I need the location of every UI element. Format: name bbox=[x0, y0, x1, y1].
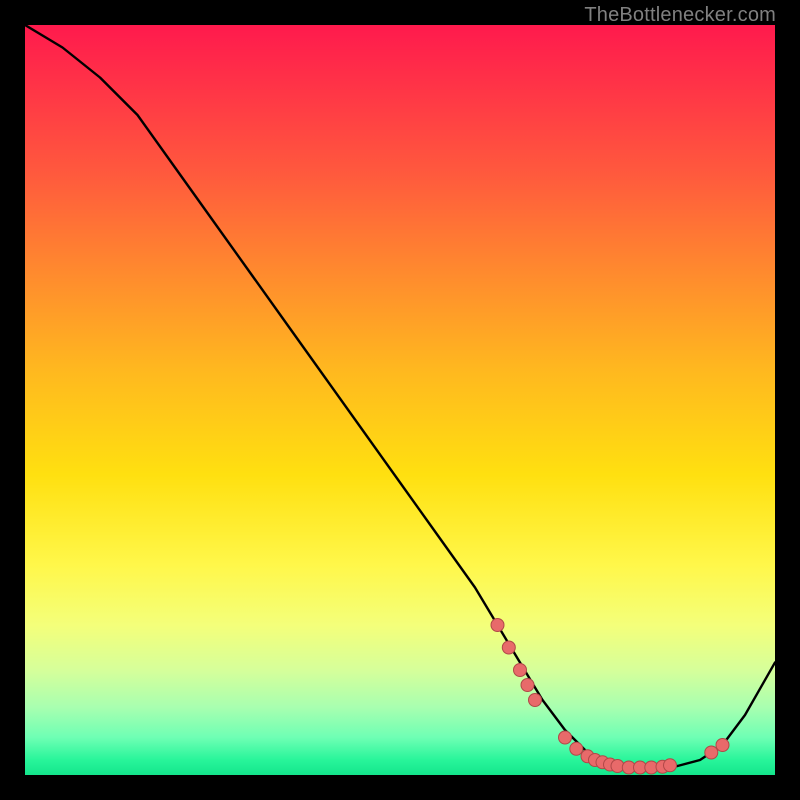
curve-marker bbox=[521, 679, 534, 692]
curve-svg bbox=[25, 25, 775, 775]
curve-marker bbox=[716, 739, 729, 752]
curve-marker bbox=[502, 641, 515, 654]
attribution-text: TheBottlenecker.com bbox=[584, 4, 776, 27]
curve-marker bbox=[514, 664, 527, 677]
curve-marker bbox=[529, 694, 542, 707]
curve-marker bbox=[570, 742, 583, 755]
curve-line bbox=[25, 25, 775, 768]
curve-marker bbox=[559, 731, 572, 744]
curve-markers bbox=[491, 619, 729, 775]
curve-marker bbox=[491, 619, 504, 632]
plot-area bbox=[25, 25, 775, 775]
curve-marker bbox=[705, 746, 718, 759]
chart-container: TheBottlenecker.com bbox=[0, 0, 800, 800]
curve-marker bbox=[664, 759, 677, 772]
